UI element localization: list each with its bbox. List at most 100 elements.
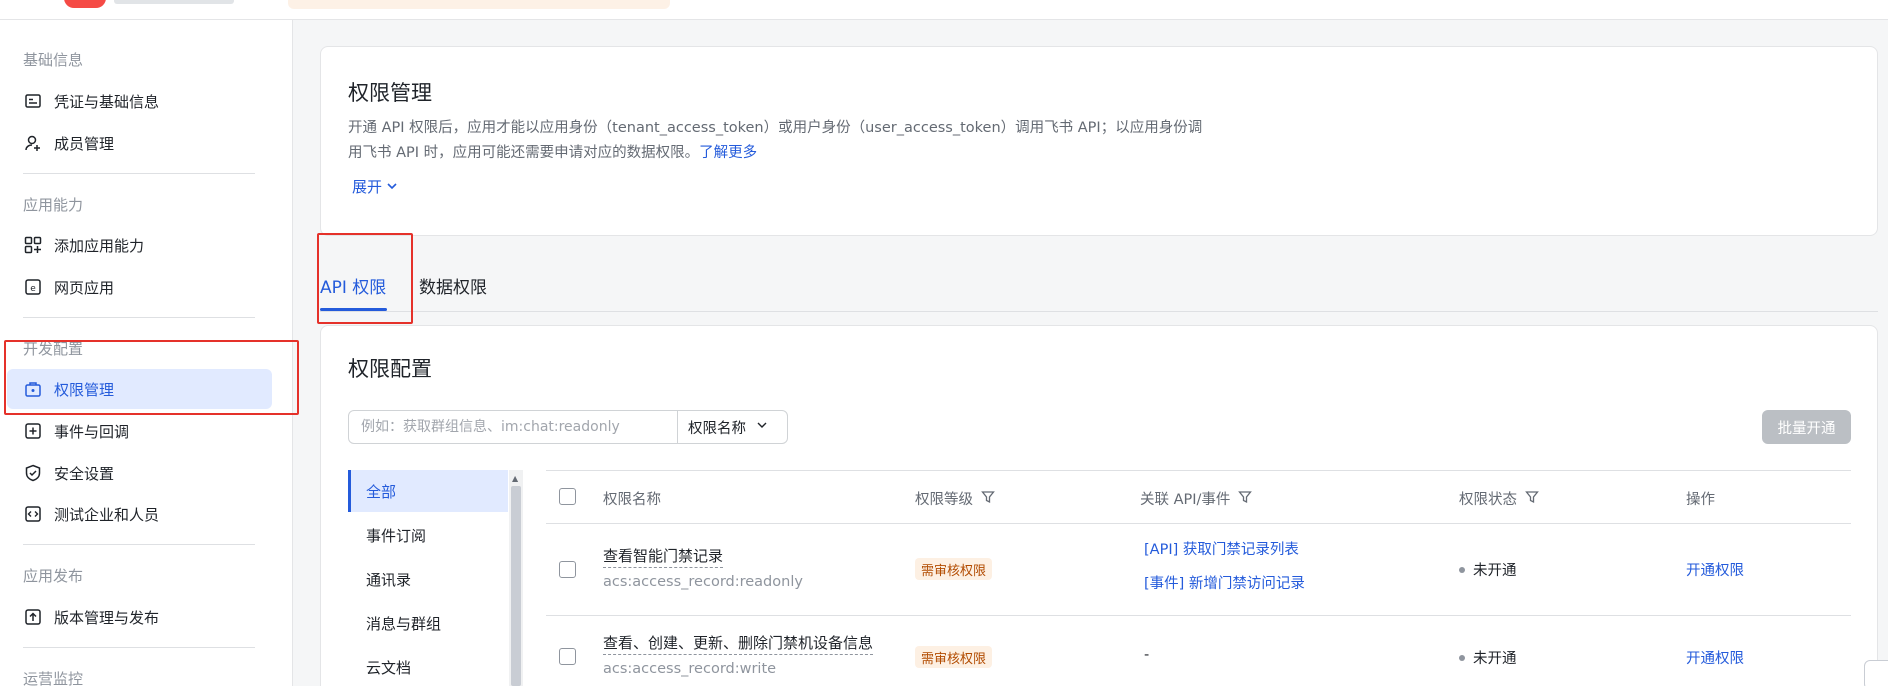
sidebar-item-label: 安全设置 <box>54 464 115 483</box>
search-field-label: 权限名称 <box>688 420 746 437</box>
column-label: 关联 API/事件 <box>1140 492 1231 508</box>
category-list: 全部 事件订阅 通讯录 消息与群组 云文档 <box>348 470 508 686</box>
column-label: 权限状态 <box>1459 492 1517 508</box>
tab-data-permissions[interactable]: 数据权限 <box>419 273 487 298</box>
column-label: 权限等级 <box>915 492 973 508</box>
chevron-down-icon <box>386 178 398 196</box>
column-header-status: 权限状态 <box>1459 488 1539 509</box>
sidebar-item-label: 网页应用 <box>54 278 115 297</box>
related-api-link[interactable]: [API] 获取门禁记录列表 <box>1144 538 1299 559</box>
sidebar-item-label: 测试企业和人员 <box>54 505 160 524</box>
category-contacts[interactable]: 通讯录 <box>348 558 508 600</box>
table-header: 权限名称 权限等级 关联 API/事件 权限状态 操作 <box>546 470 1851 524</box>
status-label: 未开通 <box>1473 563 1517 579</box>
shield-check-icon <box>24 464 42 482</box>
sidebar-item-test-enterprise[interactable]: 测试企业和人员 <box>7 494 272 534</box>
search-field-select[interactable]: 权限名称 <box>677 411 788 443</box>
id-card-icon <box>24 92 42 110</box>
code-box-icon <box>24 505 42 523</box>
divider <box>23 544 255 545</box>
grid-plus-icon <box>24 236 42 254</box>
description-line-1: 开通 API 权限后，应用才能以应用身份（tenant_access_token… <box>348 120 1203 136</box>
learn-more-link[interactable]: 了解更多 <box>699 145 757 161</box>
description-line-2: 用飞书 API 时，应用可能还需要申请对应的数据权限。 <box>348 145 700 161</box>
permission-code: acs:access_record:write <box>603 661 777 677</box>
select-all-checkbox[interactable] <box>559 488 576 505</box>
notice-banner <box>288 0 670 9</box>
expand-button[interactable]: 展开 <box>352 176 398 197</box>
search-box: 权限名称 <box>348 410 788 444</box>
filter-icon[interactable] <box>981 490 995 508</box>
category-docs[interactable]: 云文档 <box>348 646 508 686</box>
divider <box>23 317 255 318</box>
divider <box>23 173 255 174</box>
page-title: 权限管理 <box>348 81 432 105</box>
sidebar-item-versions[interactable]: 版本管理与发布 <box>7 597 272 637</box>
sidebar-item-security[interactable]: 安全设置 <box>7 453 272 493</box>
search-input[interactable] <box>349 411 679 443</box>
tabs-divider <box>320 311 1878 312</box>
sidebar-item-label: 添加应用能力 <box>54 236 145 255</box>
permission-status: 未开通 <box>1459 647 1517 668</box>
event-plus-icon <box>24 422 42 440</box>
permission-name[interactable]: 查看、创建、更新、删除门禁机设备信息 <box>603 632 874 655</box>
column-header-level: 权限等级 <box>915 488 995 509</box>
column-label: 权限名称 <box>603 492 661 508</box>
app-name-placeholder <box>114 0 234 4</box>
page-description: 开通 API 权限后，应用才能以应用身份（tenant_access_token… <box>348 116 1238 166</box>
add-user-icon <box>24 134 42 152</box>
status-dot <box>1459 566 1465 573</box>
related-api-empty: - <box>1144 647 1150 663</box>
table-row: 查看智能门禁记录 acs:access_record:readonly 需审核权… <box>546 524 1851 616</box>
status-dot <box>1459 654 1465 661</box>
group-title-release: 应用发布 <box>23 567 84 585</box>
sidebar-item-label: 事件与回调 <box>54 422 130 441</box>
row-checkbox[interactable] <box>559 648 576 665</box>
sidebar-item-add-capability[interactable]: 添加应用能力 <box>7 225 272 265</box>
row-checkbox[interactable] <box>559 561 576 578</box>
filter-icon[interactable] <box>1238 490 1253 508</box>
upload-box-icon <box>24 608 42 626</box>
permission-level-badge: 需审核权限 <box>915 646 993 668</box>
section-title: 权限配置 <box>348 357 432 381</box>
sidebar-item-credentials[interactable]: 凭证与基础信息 <box>7 81 272 121</box>
category-scrollbar[interactable]: ▲ <box>509 470 523 686</box>
related-event-link[interactable]: [事件] 新增门禁访问记录 <box>1144 572 1305 593</box>
column-header-apis: 关联 API/事件 <box>1140 488 1253 509</box>
enable-permission-link[interactable]: 开通权限 <box>1686 647 1744 668</box>
group-title-capabilities: 应用能力 <box>23 196 84 214</box>
column-header-action: 操作 <box>1686 488 1715 509</box>
highlight-box <box>4 340 299 415</box>
status-label: 未开通 <box>1473 651 1517 667</box>
batch-enable-button[interactable]: 批量开通 <box>1762 410 1851 444</box>
divider <box>23 647 255 648</box>
table-row: 查看、创建、更新、删除门禁机设备信息 acs:access_record:wri… <box>546 616 1851 686</box>
sidebar-item-label: 成员管理 <box>54 134 115 153</box>
app-logo <box>64 0 106 8</box>
sidebar-item-web-app[interactable]: e 网页应用 <box>7 267 272 307</box>
highlight-box <box>317 233 413 324</box>
enable-permission-link[interactable]: 开通权限 <box>1686 559 1744 580</box>
svg-text:e: e <box>30 284 36 294</box>
chevron-down-icon <box>756 419 768 435</box>
permission-name[interactable]: 查看智能门禁记录 <box>603 545 724 568</box>
web-app-icon: e <box>24 278 42 296</box>
category-messages[interactable]: 消息与群组 <box>348 602 508 644</box>
top-bar <box>0 0 1888 20</box>
category-all[interactable]: 全部 <box>348 470 508 512</box>
scrollbar-thumb[interactable] <box>511 486 521 686</box>
floating-edit-button[interactable] <box>1864 660 1888 686</box>
column-label: 操作 <box>1686 492 1715 508</box>
sidebar-item-members[interactable]: 成员管理 <box>7 123 272 163</box>
group-title-basic: 基础信息 <box>23 51 84 69</box>
permission-level-badge: 需审核权限 <box>915 558 993 580</box>
scroll-up-icon[interactable]: ▲ <box>512 474 518 483</box>
permission-code: acs:access_record:readonly <box>603 574 803 590</box>
expand-label: 展开 <box>352 178 383 196</box>
filter-icon[interactable] <box>1525 490 1539 508</box>
sidebar-item-label: 版本管理与发布 <box>54 608 160 627</box>
group-title-monitoring: 运营监控 <box>23 670 84 686</box>
column-header-name: 权限名称 <box>603 488 661 509</box>
sidebar-item-events[interactable]: 事件与回调 <box>7 411 272 451</box>
category-events[interactable]: 事件订阅 <box>348 514 508 556</box>
